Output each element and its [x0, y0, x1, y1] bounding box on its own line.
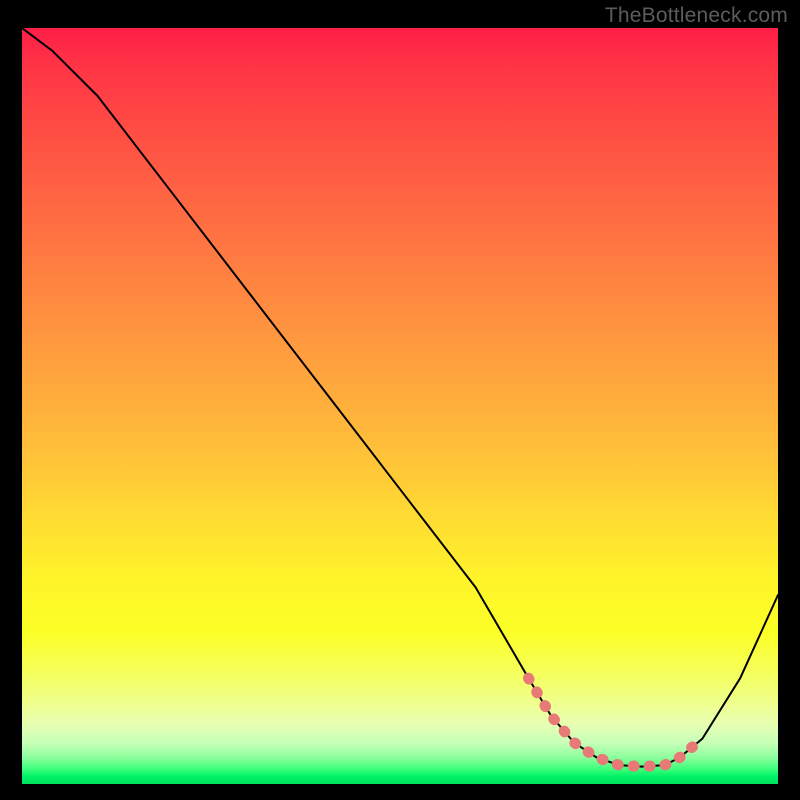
watermark-text: TheBottleneck.com: [605, 4, 788, 28]
curve-layer: [22, 28, 778, 784]
chart-frame: TheBottleneck.com: [0, 0, 800, 800]
plot-area: [22, 28, 778, 784]
highlight-segment: [529, 678, 703, 766]
bottleneck-curve: [22, 28, 778, 767]
